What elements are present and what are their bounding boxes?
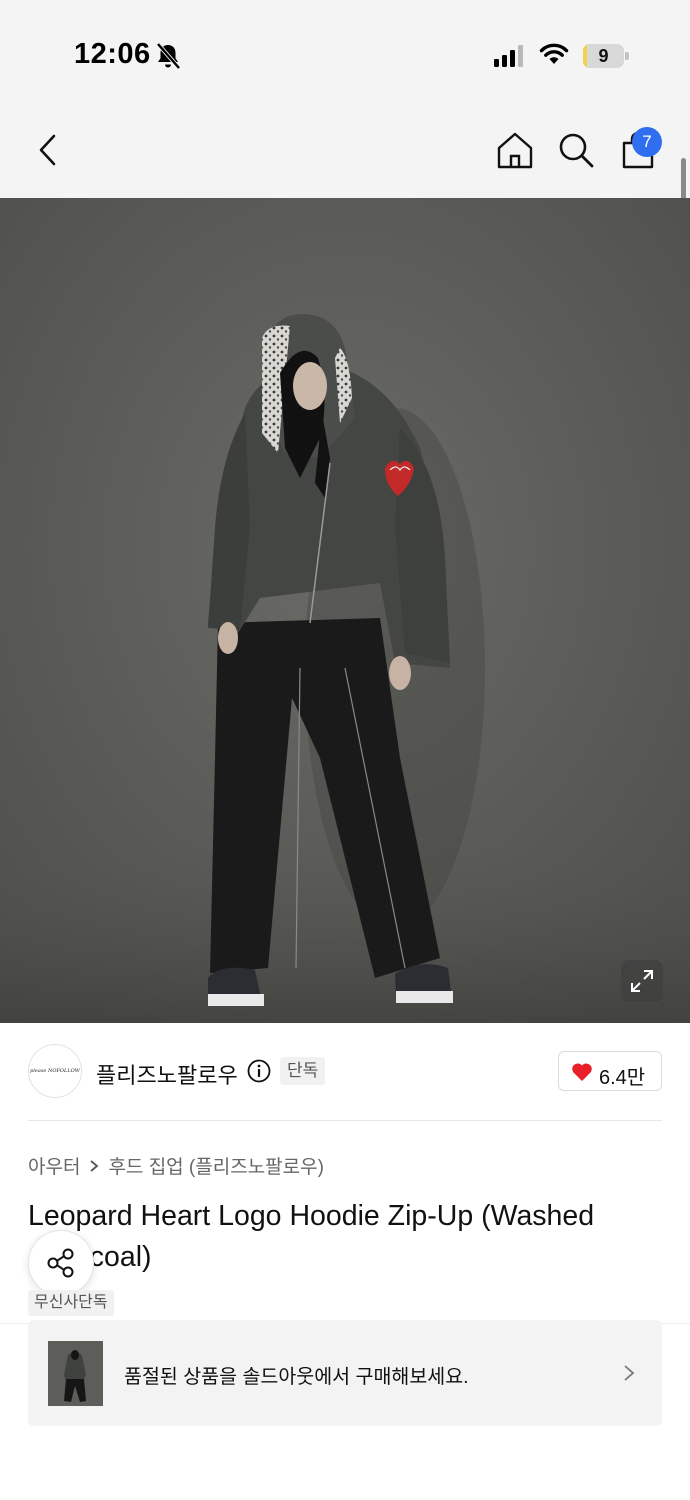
expand-icon bbox=[631, 970, 653, 992]
soldout-banner[interactable]: 품절된 상품을 솔드아웃에서 구매해보세요. bbox=[28, 1320, 662, 1426]
heart-icon bbox=[572, 1063, 592, 1081]
divider bbox=[28, 1120, 662, 1121]
expand-image-button[interactable] bbox=[621, 960, 663, 1002]
brand-logo-text: please NOFOLLOW bbox=[30, 1068, 80, 1074]
musinsa-exclusive-badge: 무신사단독 bbox=[28, 1290, 114, 1316]
soldout-banner-text: 품절된 상품을 솔드아웃에서 구매해보세요. bbox=[124, 1366, 469, 1388]
chevron-right-icon bbox=[90, 1159, 99, 1172]
product-photo bbox=[0, 198, 690, 1023]
breadcrumb-category[interactable]: 아우터 bbox=[28, 1152, 80, 1179]
cellular-signal-icon bbox=[494, 45, 523, 67]
chevron-left-icon bbox=[39, 134, 56, 166]
breadcrumb: 아우터 후드 집업 (플리즈노팔로우) bbox=[28, 1152, 324, 1179]
brand-logo[interactable]: please NOFOLLOW bbox=[28, 1044, 82, 1098]
like-count: 6.4만 bbox=[599, 1067, 646, 1089]
bell-off-icon bbox=[156, 42, 181, 70]
status-bar: 12:06 9 bbox=[0, 0, 690, 100]
product-title: Leopard Heart Logo Hoodie Zip-Up (Washed… bbox=[28, 1200, 595, 1273]
share-button[interactable] bbox=[28, 1230, 94, 1296]
home-button[interactable] bbox=[493, 128, 537, 172]
back-button[interactable] bbox=[26, 128, 70, 172]
like-button[interactable]: 6.4만 bbox=[558, 1051, 662, 1091]
info-icon[interactable] bbox=[247, 1059, 271, 1083]
battery-percent: 9 bbox=[598, 46, 609, 66]
soldout-thumbnail bbox=[48, 1341, 103, 1406]
home-icon bbox=[497, 132, 533, 169]
thumbnail-image bbox=[48, 1341, 103, 1406]
battery-tip bbox=[625, 52, 629, 60]
wifi-icon bbox=[539, 43, 569, 64]
battery-indicator: 9 bbox=[583, 44, 629, 68]
cart-count-badge: 7 bbox=[632, 127, 662, 157]
product-image[interactable] bbox=[0, 198, 690, 1023]
status-time: 12:06 bbox=[74, 38, 151, 70]
search-icon bbox=[559, 133, 594, 168]
search-button[interactable] bbox=[554, 128, 598, 172]
chevron-right-icon bbox=[624, 1365, 635, 1381]
breadcrumb-subcategory[interactable]: 후드 집업 (플리즈노팔로우) bbox=[108, 1152, 324, 1179]
top-nav-bar bbox=[0, 100, 690, 198]
exclusive-badge: 단독 bbox=[280, 1057, 326, 1085]
share-icon bbox=[47, 1248, 74, 1278]
brand-name[interactable]: 플리즈노팔로우 bbox=[96, 1058, 238, 1090]
